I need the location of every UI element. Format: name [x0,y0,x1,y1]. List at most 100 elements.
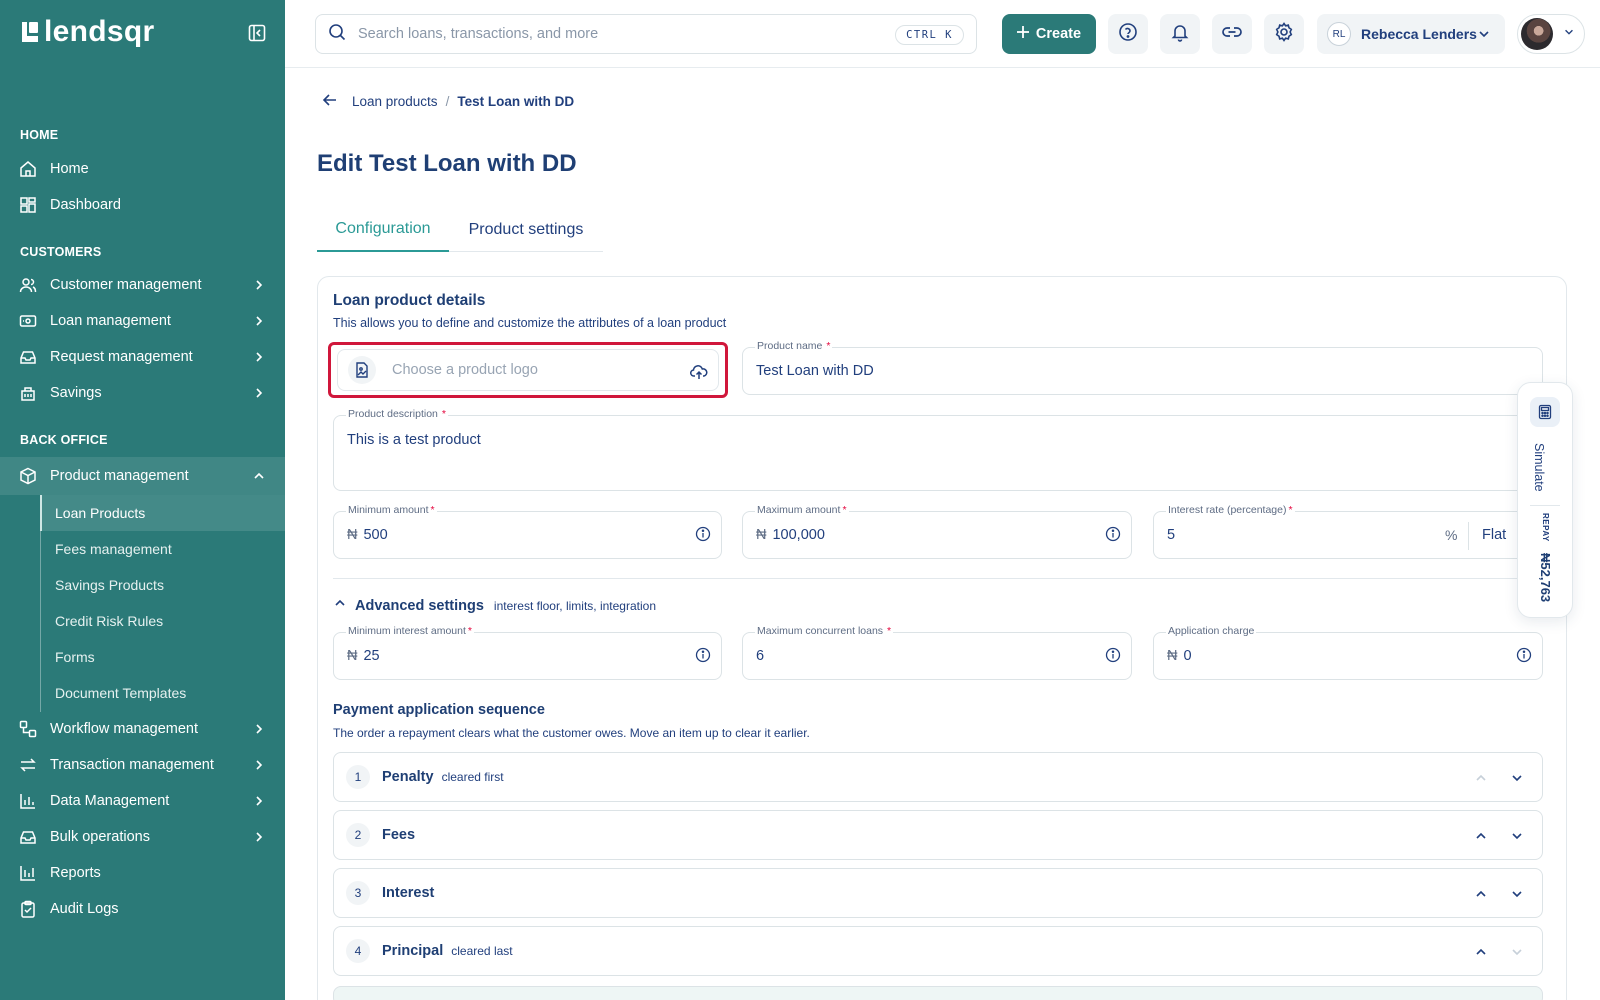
sidebar-item-loan-management[interactable]: Loan management [0,303,285,339]
bar-chart-icon [18,791,38,811]
info-icon[interactable] [1105,647,1121,663]
move-down-icon[interactable] [1510,829,1524,843]
move-up-icon[interactable] [1474,945,1488,959]
payment-sequence-item-interest[interactable]: 3 Interest [333,868,1543,918]
maximum-concurrent-loans-field[interactable]: Maximum concurrent loans * 6 [742,625,1132,680]
sidebar-subitem-credit-risk-rules[interactable]: Credit Risk Rules [40,603,285,639]
profile-menu[interactable] [1517,14,1585,54]
link-icon [1221,22,1243,47]
application-charge-input[interactable]: ₦ 0 [1167,648,1192,664]
sequence-label: Penalty [382,769,434,785]
search-input[interactable] [358,26,858,42]
collapse-sidebar-icon[interactable] [248,24,266,42]
gear-icon [1274,21,1294,47]
piggy-bank-icon [18,383,38,403]
calculator-icon[interactable] [1530,397,1560,427]
percent-unit: % [1445,527,1458,543]
info-icon[interactable] [1105,526,1121,542]
logo-placeholder: Choose a product logo [392,362,538,378]
interest-rate-field[interactable]: Interest rate (percentage) * 5 % Flat [1153,504,1543,559]
sidebar-item-product-management[interactable]: Product management [0,457,285,495]
info-icon[interactable] [1516,647,1532,663]
product-description-field[interactable]: Product description * This is a test prod… [333,408,1543,491]
link-button[interactable] [1212,14,1252,54]
payment-sequence-item-principal[interactable]: 4 Principal cleared last [333,926,1543,976]
chevron-right-icon [252,386,266,400]
sidebar: lendsqr HOME Home Dashboard CUSTOMERS Cu… [0,0,285,1000]
application-charge-field[interactable]: Application charge ₦ 0 [1153,625,1543,680]
sidebar-subitem-forms[interactable]: Forms [40,639,285,675]
sidebar-item-reports[interactable]: Reports [0,855,285,891]
product-logo-upload[interactable]: Choose a product logo [337,349,719,391]
sidebar-item-data-management[interactable]: Data Management [0,783,285,819]
sidebar-item-customer-management[interactable]: Customer management [0,267,285,303]
maximum-concurrent-loans-input[interactable]: 6 [756,648,764,664]
sidebar-item-home[interactable]: Home [0,151,285,187]
sidebar-subitem-savings-products[interactable]: Savings Products [40,567,285,603]
advanced-settings-toggle[interactable]: Advanced settings interest floor, limits… [333,596,656,615]
product-name-input[interactable]: Test Loan with DD [756,363,874,379]
tab-bar: Configuration Product settings [317,208,603,252]
home-icon [18,159,38,179]
move-down-icon[interactable] [1510,945,1524,959]
sequence-number: 2 [346,823,370,847]
chevron-right-icon [252,722,266,736]
interest-rate-input[interactable]: 5 [1167,527,1175,543]
sidebar-item-dashboard[interactable]: Dashboard [0,187,285,223]
page-title: Edit Test Loan with DD [317,150,577,177]
move-down-icon[interactable] [1510,771,1524,785]
info-icon[interactable] [695,647,711,663]
bell-icon [1170,22,1190,47]
sidebar-item-workflow-management[interactable]: Workflow management [0,711,285,747]
product-name-field[interactable]: Product name * Test Loan with DD [742,340,1543,395]
create-button[interactable]: Create [1002,14,1096,54]
maximum-amount-input[interactable]: ₦ 100,000 [756,527,825,543]
payment-sequence-item-penalty[interactable]: 1 Penalty cleared first [333,752,1543,802]
sidebar-item-request-management[interactable]: Request management [0,339,285,375]
cloud-upload-icon[interactable] [690,363,708,381]
sidebar-item-transaction-management[interactable]: Transaction management [0,747,285,783]
section-title-back-office: BACK OFFICE [20,433,108,447]
payment-sequence-item-fees[interactable]: 2 Fees [333,810,1543,860]
interest-type-select[interactable]: Flat [1482,527,1506,543]
sidebar-item-label: Dashboard [50,197,121,213]
tab-configuration[interactable]: Configuration [317,208,449,252]
move-up-icon[interactable] [1474,829,1488,843]
sidebar-item-audit-logs[interactable]: Audit Logs [0,891,285,927]
help-button[interactable] [1108,14,1148,54]
move-up-icon[interactable] [1474,771,1488,785]
tab-product-settings[interactable]: Product settings [449,208,603,252]
next-section-peek [333,986,1543,1000]
product-description-input[interactable]: This is a test product [347,432,481,448]
sidebar-item-bulk-operations[interactable]: Bulk operations [0,819,285,855]
back-arrow-icon[interactable] [322,92,338,111]
minimum-interest-field[interactable]: Minimum interest amount * ₦ 25 [333,625,722,680]
info-icon[interactable] [695,526,711,542]
move-up-icon[interactable] [1474,887,1488,901]
payment-sequence-subtitle: The order a repayment clears what the cu… [333,726,810,740]
field-label: Application charge [1166,625,1257,637]
minimum-amount-input[interactable]: ₦ 500 [347,527,388,543]
move-down-icon[interactable] [1510,887,1524,901]
plus-icon [1016,26,1029,42]
section-subtitle: This allows you to define and customize … [333,316,727,330]
breadcrumb-separator: / [445,94,450,109]
sidebar-item-savings[interactable]: Savings [0,375,285,411]
simulate-panel[interactable]: Simulate REPAY ₦52,763 [1517,382,1573,618]
sequence-number: 1 [346,765,370,789]
sidebar-item-label: Loan management [50,313,171,329]
minimum-interest-input[interactable]: ₦ 25 [347,648,380,664]
sidebar-subitem-fees-management[interactable]: Fees management [40,531,285,567]
notifications-button[interactable] [1160,14,1200,54]
brand-logo[interactable]: lendsqr [20,16,154,48]
organization-switcher[interactable]: RL Rebecca Lenders [1317,14,1505,54]
settings-button[interactable] [1264,14,1304,54]
minimum-amount-field[interactable]: Minimum amount * ₦ 500 [333,504,722,559]
sidebar-subitem-document-templates[interactable]: Document Templates [40,675,285,711]
sidebar-subitem-loan-products[interactable]: Loan Products [40,495,285,531]
chevron-right-icon [252,314,266,328]
global-search[interactable]: CTRL K [315,14,977,54]
breadcrumb-parent-link[interactable]: Loan products [352,94,438,109]
maximum-amount-field[interactable]: Maximum amount * ₦ 100,000 [742,504,1132,559]
advanced-settings-title: Advanced settings [355,597,484,614]
